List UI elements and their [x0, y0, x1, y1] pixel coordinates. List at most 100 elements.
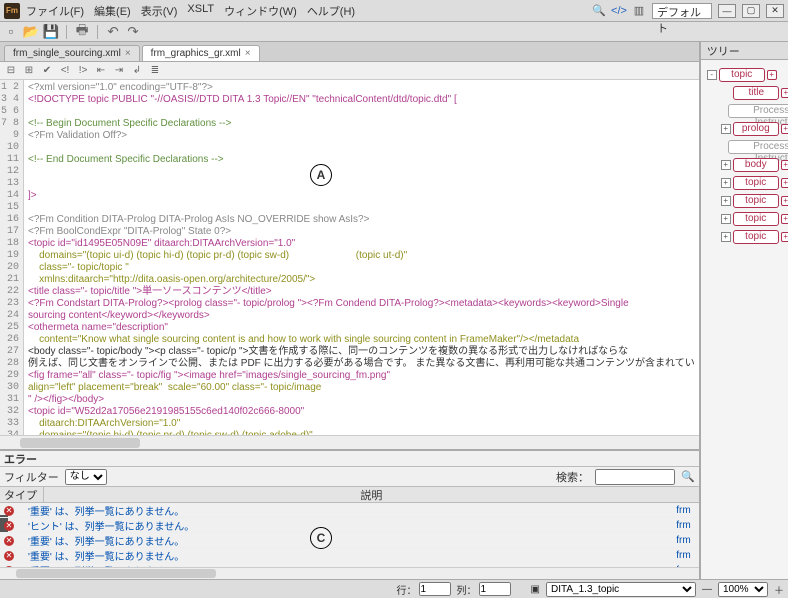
tree-twisty[interactable]: + [721, 178, 731, 188]
error-message: '重要' は、列挙一覧にありません。 [18, 548, 669, 563]
tree-title: ツリー [707, 43, 740, 59]
menu-file[interactable]: ファイル(F) [26, 3, 84, 19]
main-toolbar: ▫ 📂 💾 🖶 ↶ ↷ [0, 22, 788, 42]
save-button[interactable]: 💾 [44, 25, 58, 39]
search-icon[interactable]: 🔍 [681, 470, 695, 483]
code-icon[interactable]: </> [612, 4, 626, 18]
expand-icon[interactable]: ⊞ [22, 64, 36, 78]
error-panel-title: エラー [0, 451, 699, 467]
new-file-button[interactable]: ▫ [4, 25, 18, 39]
workspace-dropdown[interactable]: デフォルト [652, 3, 712, 19]
error-horizontal-scrollbar[interactable] [0, 567, 699, 579]
tree-add-icon[interactable]: + [781, 124, 788, 134]
tree-pi-label: Processing Instruction [728, 104, 788, 118]
tree-add-icon[interactable]: + [781, 178, 788, 188]
list-icon[interactable]: ≣ [148, 64, 162, 78]
tree-add-icon[interactable]: + [781, 232, 788, 242]
menu-xslt[interactable]: XSLT [187, 3, 214, 19]
line-gutter: 1 2 3 4 5 6 7 8 9 10 11 12 13 14 15 16 1… [0, 80, 24, 435]
tab-frm-single-sourcing[interactable]: frm_single_sourcing.xml × [4, 45, 140, 61]
tree-add-icon[interactable]: + [781, 160, 788, 170]
error-columns: タイプ 説明 [0, 487, 699, 503]
error-row[interactable]: ✕'ヒント' は、列挙一覧にありません。frm [0, 518, 699, 533]
menu-help[interactable]: ヘルプ(H) [307, 3, 355, 19]
secondary-toolbar: ⊟ ⊞ ✔ <! !> ⇤ ⇥ ↲ ≣ [0, 62, 699, 80]
tree-add-icon[interactable]: + [781, 196, 788, 206]
menu-view[interactable]: 表示(V) [141, 3, 178, 19]
row-input[interactable] [419, 582, 451, 596]
col-description[interactable]: 説明 [44, 487, 699, 502]
validate-icon[interactable]: ✔ [40, 64, 54, 78]
undo-button[interactable]: ↶ [106, 25, 120, 39]
error-list: C ✕'重要' は、列挙一覧にありません。frm✕'ヒント' は、列挙一覧にあり… [0, 503, 699, 567]
tree-twisty[interactable]: + [721, 124, 731, 134]
doctype-dropdown[interactable]: DITA_1.3_topic [546, 582, 696, 597]
main-split: frm_single_sourcing.xml × frm_graphics_g… [0, 42, 788, 579]
tree-node[interactable]: Processing InstructionFm Condend DITA-Pr… [703, 138, 788, 156]
tree-node[interactable]: +prolog+ [703, 120, 788, 138]
code-content[interactable]: <?xml version="1.0" encoding="UTF-8"?><!… [24, 80, 699, 435]
error-row[interactable]: ✕'重要' は、列挙一覧にありません。frm [0, 548, 699, 563]
tree-add-icon[interactable]: + [781, 88, 788, 98]
outdent-icon[interactable]: ⇤ [94, 64, 108, 78]
editor-horizontal-scrollbar[interactable] [0, 435, 699, 449]
comment-icon[interactable]: <! [58, 64, 72, 78]
search-input[interactable] [595, 469, 675, 485]
layout-icon[interactable]: ▥ [632, 4, 646, 18]
tree-node[interactable]: -topic+ [703, 66, 788, 84]
uncomment-icon[interactable]: !> [76, 64, 90, 78]
redo-button[interactable]: ↷ [126, 25, 140, 39]
tree-node[interactable]: +topic+ [703, 228, 788, 246]
tree-node[interactable]: Processing InstructionFm Condstart DITA-… [703, 102, 788, 120]
tree-element-label: title [733, 86, 779, 100]
tree-node[interactable]: +topic+ [703, 210, 788, 228]
tree-twisty[interactable]: + [721, 196, 731, 206]
tab-label: frm_graphics_gr.xml [151, 48, 241, 59]
error-row[interactable]: ✕'重要' は、列挙一覧にありません。frm [0, 503, 699, 518]
tree-twisty[interactable]: + [721, 160, 731, 170]
tree-add-icon[interactable]: + [781, 214, 788, 224]
menu-edit[interactable]: 編集(E) [94, 3, 131, 19]
error-message: 'ヒント' は、列挙一覧にありません。 [18, 518, 669, 533]
tab-frm-graphics[interactable]: frm_graphics_gr.xml × [142, 45, 260, 61]
tree-node[interactable]: +body+ [703, 156, 788, 174]
status-bar: 行： 列： ▣ DITA_1.3_topic — 100% ＋ [0, 579, 788, 598]
zoom-out-icon[interactable]: — [702, 584, 712, 595]
print-button[interactable]: 🖶 [75, 25, 89, 39]
col-input[interactable] [479, 582, 511, 596]
error-message: '重要' は、列挙一覧にありません。 [18, 533, 669, 548]
menu-items: ファイル(F) 編集(E) 表示(V) XSLT ウィンドウ(W) ヘルプ(H) [26, 3, 592, 19]
wrap-icon[interactable]: ↲ [130, 64, 144, 78]
tree-panel: ツリー ▾≡ B -topic+title+単一ソースコンテンツProcessi… [701, 42, 788, 579]
tree-element-label: body [733, 158, 779, 172]
tree-node[interactable]: +topic+ [703, 174, 788, 192]
indent-icon[interactable]: ⇥ [112, 64, 126, 78]
tree-add-icon[interactable]: + [767, 70, 777, 80]
collapse-icon[interactable]: ⊟ [4, 64, 18, 78]
menu-window[interactable]: ウィンドウ(W) [224, 3, 297, 19]
error-row[interactable]: ✕'重要' は、列挙一覧にありません。frm [0, 533, 699, 548]
zoom-in-icon[interactable]: ＋ [774, 582, 784, 597]
error-panel: エラー フィルター なし 検索： 🔍 タイプ 説明 C ✕'重要' は、列挙一覧… [0, 449, 699, 579]
search-icon[interactable]: 🔍 [592, 4, 606, 18]
col-label: 列： [457, 582, 477, 597]
open-file-button[interactable]: 📂 [24, 25, 38, 39]
tree-twisty[interactable]: + [721, 214, 731, 224]
close-icon[interactable]: × [245, 48, 251, 59]
col-type[interactable]: タイプ [0, 487, 44, 502]
menubar: Fm ファイル(F) 編集(E) 表示(V) XSLT ウィンドウ(W) ヘルプ… [0, 0, 788, 22]
zoom-dropdown[interactable]: 100% [718, 582, 768, 597]
tree-body: B -topic+title+単一ソースコンテンツProcessing Inst… [701, 60, 788, 579]
tree-twisty[interactable]: - [707, 70, 717, 80]
filter-dropdown[interactable]: なし [65, 469, 107, 485]
app-logo: Fm [4, 3, 20, 19]
tree-node[interactable]: title+単一ソースコンテンツ [703, 84, 788, 102]
tree-twisty[interactable]: + [721, 232, 731, 242]
minimize-button[interactable]: — [718, 4, 736, 18]
close-icon[interactable]: × [125, 48, 131, 59]
tree-node[interactable]: +topic+ [703, 192, 788, 210]
close-button[interactable]: ✕ [766, 4, 784, 18]
code-editor[interactable]: 1 2 3 4 5 6 7 8 9 10 11 12 13 14 15 16 1… [0, 80, 699, 435]
maximize-button[interactable]: ▢ [742, 4, 760, 18]
cube-icon[interactable]: ▣ [531, 584, 540, 595]
